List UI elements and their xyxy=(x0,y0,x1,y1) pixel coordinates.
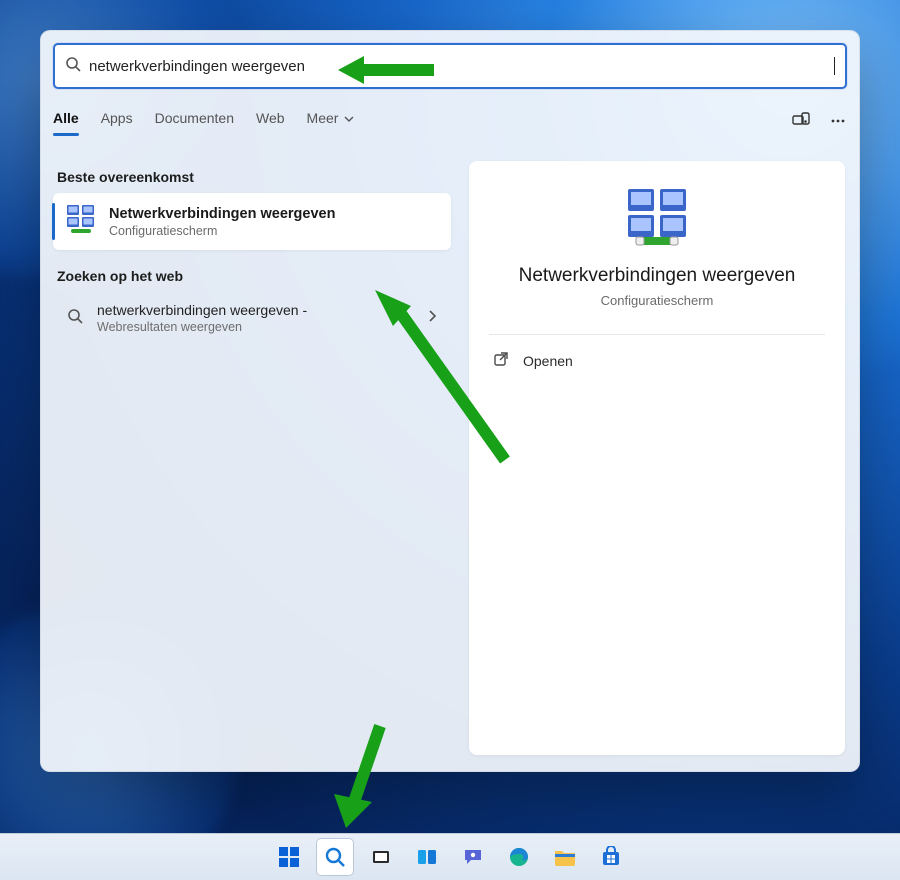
preview-title: Netwerkverbindingen weergeven xyxy=(489,265,825,287)
tab-web[interactable]: Web xyxy=(256,110,285,134)
network-connections-icon xyxy=(65,203,97,240)
taskbar-store-button[interactable] xyxy=(592,838,630,876)
result-title: Netwerkverbindingen weergeven xyxy=(109,206,335,222)
tab-all[interactable]: Alle xyxy=(53,110,79,134)
search-icon xyxy=(65,56,81,77)
search-panel: Alle Apps Documenten Web Meer Beste xyxy=(40,30,860,772)
section-web-label: Zoeken op het web xyxy=(57,268,451,284)
tab-more[interactable]: Meer xyxy=(307,110,355,134)
result-subtitle: Configuratiescherm xyxy=(109,224,335,238)
tab-apps[interactable]: Apps xyxy=(101,110,133,134)
preview-subtitle: Configuratiescherm xyxy=(489,293,825,308)
taskbar-chat-button[interactable] xyxy=(454,838,492,876)
web-result-subtitle: Webresultaten weergeven xyxy=(97,320,307,334)
taskbar-taskview-button[interactable] xyxy=(362,838,400,876)
action-open[interactable]: Openen xyxy=(489,341,825,380)
search-bar[interactable] xyxy=(53,43,847,89)
action-open-label: Openen xyxy=(523,353,573,369)
results-column: Beste overeenkomst Netwerkverbindingen w… xyxy=(53,161,451,344)
taskbar-explorer-button[interactable] xyxy=(546,838,584,876)
open-icon xyxy=(493,351,509,370)
preview-pane: Netwerkverbindingen weergeven Configurat… xyxy=(469,161,845,755)
tab-more-label: Meer xyxy=(307,110,339,126)
search-tabs: Alle Apps Documenten Web Meer xyxy=(53,105,847,139)
search-icon xyxy=(67,308,83,329)
cross-device-search-icon[interactable] xyxy=(791,111,811,134)
chevron-right-icon xyxy=(427,309,437,327)
more-options-icon[interactable] xyxy=(829,112,847,133)
web-result-title: netwerkverbindingen weergeven xyxy=(97,302,299,318)
chevron-down-icon xyxy=(344,114,354,124)
taskbar-start-button[interactable] xyxy=(270,838,308,876)
taskbar xyxy=(0,833,900,880)
taskbar-widgets-button[interactable] xyxy=(408,838,446,876)
taskbar-edge-button[interactable] xyxy=(500,838,538,876)
preview-icon xyxy=(489,187,825,247)
divider xyxy=(489,334,825,335)
section-best-match-label: Beste overeenkomst xyxy=(57,169,451,185)
result-best-match[interactable]: Netwerkverbindingen weergeven Configurat… xyxy=(53,193,451,250)
tab-documents[interactable]: Documenten xyxy=(155,110,234,134)
taskbar-search-button[interactable] xyxy=(316,838,354,876)
text-caret xyxy=(834,57,835,75)
result-web-search[interactable]: netwerkverbindingen weergeven - Webresul… xyxy=(53,292,451,344)
search-input[interactable] xyxy=(81,58,834,75)
